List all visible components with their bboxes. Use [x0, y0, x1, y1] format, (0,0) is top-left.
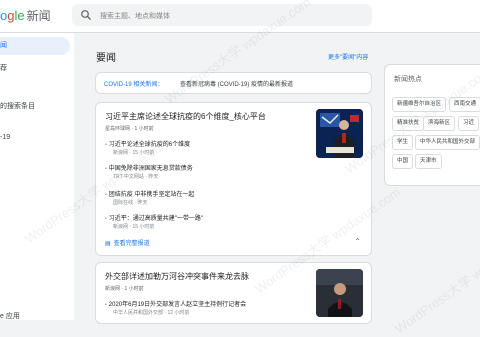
related-article[interactable]: • 中国免除非洲国家无息贷款债务: [105, 163, 193, 172]
related-article[interactable]: • 习近平论述全球抗疫的6个维度: [105, 139, 190, 148]
bullet-icon: •: [105, 302, 107, 308]
related-article-title: 团结抗疫 中非携手坚定站在一起: [108, 192, 195, 198]
top-bar: ogle 新闻: [0, 0, 480, 33]
trending-title: 新闻热点: [394, 76, 422, 83]
sidebar-item-label: 闻: [0, 42, 7, 49]
more-top-stories-link[interactable]: 更多"要闻"内容: [328, 52, 368, 61]
related-article-title: 习近平论述全球抗疫的6个维度: [108, 142, 191, 148]
covid-banner[interactable]: COVID-19 相关新闻： 查看新冠病毒 (COVID-19) 疫情的最新报道: [95, 72, 372, 94]
section-title: 要闻: [96, 53, 116, 64]
related-article[interactable]: • 团结抗疫 中非携手坚定站在一起: [105, 189, 194, 198]
bullet-icon: •: [105, 142, 107, 148]
related-article-source[interactable]: 新浪网 · 15 小时前: [113, 223, 154, 230]
google-news-logo[interactable]: ogle 新闻: [0, 7, 51, 24]
sidebar-item-top-stories[interactable]: 闻: [0, 37, 70, 55]
bullet-icon: •: [105, 166, 107, 172]
newspaper-icon: ▤: [105, 241, 111, 247]
related-article[interactable]: • 习近平：通过高质量共建"一带一路": [105, 213, 203, 222]
topic-chip[interactable]: 西南交通: [449, 97, 480, 112]
left-sidebar: 闻 荐 的搜索条目 -19 e 应用: [0, 33, 74, 320]
thumbnail-image: [316, 109, 363, 158]
topic-chip[interactable]: 学生: [392, 135, 414, 150]
logo-letters-le: le: [14, 8, 25, 23]
story-thumbnail[interactable]: [316, 109, 363, 158]
full-coverage-link[interactable]: ▤ 查看完整报道: [105, 238, 150, 247]
topic-chip[interactable]: 精准扶贫: [392, 116, 425, 131]
bullet-icon: •: [105, 216, 107, 222]
related-article-source[interactable]: 新浪网 · 15 小时前: [113, 149, 154, 156]
trending-topics-panel: 新闻热点 新疆维吾尔自治区 西南交通 精准扶贫 滨海新区 习近 学生 中华人民共…: [384, 64, 480, 186]
topic-chip[interactable]: 滨海新区: [423, 116, 456, 131]
sidebar-item-label: 荐: [0, 65, 7, 72]
full-coverage-label: 查看完整报道: [113, 241, 150, 247]
story-thumbnail[interactable]: [316, 269, 363, 317]
thumbnail-image: [316, 269, 363, 317]
story-headline[interactable]: 外交部详述加勒万河谷冲突事件来龙去脉: [105, 271, 249, 282]
chevron-up-icon[interactable]: ⌃: [354, 237, 361, 246]
topic-chip[interactable]: 中国: [392, 154, 414, 169]
related-article-title: 习近平：通过高质量共建"一带一路": [108, 216, 204, 222]
related-article-source[interactable]: 中华人民共和国外交部 · 12 小时前: [113, 309, 189, 316]
related-article[interactable]: • 2020年6月19日外交部发言人赵立坚主持例行记者会: [105, 299, 246, 308]
sidebar-item-saved-searches[interactable]: 的搜索条目: [0, 101, 35, 111]
story-source[interactable]: 星岛环球网 · 1 小时前: [105, 125, 154, 132]
covid-label: COVID-19 相关新闻：: [104, 82, 164, 88]
search-input[interactable]: [98, 7, 362, 25]
related-article-title: 中国免除非洲国家无息贷款债务: [108, 166, 193, 172]
sidebar-item-covid[interactable]: -19: [0, 134, 10, 141]
related-article-source[interactable]: TRT 中文网站 · 昨天: [113, 173, 158, 180]
search-box[interactable]: [72, 4, 372, 26]
covid-link[interactable]: 查看新冠病毒 (COVID-19) 疫情的最新报道: [180, 79, 293, 88]
related-article-title: 2020年6月19日外交部发言人赵立坚主持例行记者会: [108, 302, 247, 308]
sidebar-item-label: -19: [0, 134, 11, 141]
topic-chip[interactable]: 习近: [458, 116, 480, 131]
sidebar-item-label: e 应用: [0, 313, 20, 320]
topic-chip[interactable]: 新疆维吾尔自治区: [392, 97, 447, 112]
bullet-icon: •: [105, 192, 107, 198]
story-card: 习近平主席论述全球抗疫的6个维度_核心平台 星岛环球网 · 1 小时前 • 习近平…: [95, 102, 372, 256]
story-headline[interactable]: 习近平主席论述全球抗疫的6个维度_核心平台: [105, 111, 266, 122]
sidebar-item-label: 的搜索条目: [0, 103, 35, 110]
story-card: 外交部详述加勒万河谷冲突事件来龙去脉 新浪网 · 1 小时前 • 2020年6月1…: [95, 262, 372, 324]
topic-chip[interactable]: 天津市: [415, 154, 442, 169]
search-icon[interactable]: [80, 9, 92, 21]
topic-chip[interactable]: 中华人民共和国外交部: [415, 135, 480, 150]
story-source[interactable]: 新浪网 · 1 小时前: [105, 285, 144, 292]
related-article-source[interactable]: 国际在线 · 昨天: [113, 199, 147, 206]
logo-news-text: 新闻: [26, 9, 51, 23]
sidebar-item-for-you[interactable]: 荐: [0, 63, 7, 73]
